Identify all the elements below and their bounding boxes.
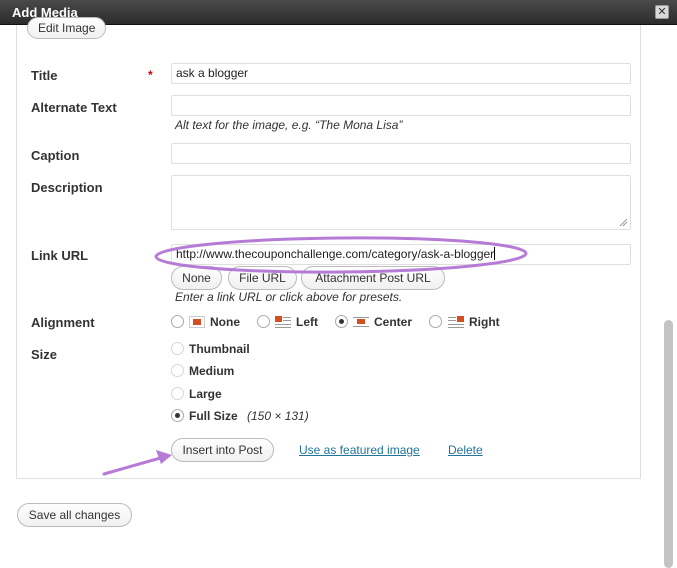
alt-text-help: Alt text for the image, e.g. “The Mona L… — [175, 118, 403, 132]
link-none-label: None — [182, 271, 211, 285]
caption-label: Caption — [31, 148, 80, 163]
size-medium-radio[interactable] — [171, 364, 184, 377]
align-center-label[interactable]: Center — [374, 315, 412, 329]
save-all-changes-button[interactable]: Save all changes — [17, 503, 132, 527]
use-as-featured-image-link[interactable]: Use as featured image — [299, 443, 420, 457]
description-label: Description — [31, 180, 103, 195]
alignment-label: Alignment — [31, 315, 95, 330]
size-medium-label[interactable]: Medium — [189, 364, 234, 378]
scrollbar-thumb[interactable] — [664, 320, 673, 568]
align-none-icon — [189, 316, 205, 328]
align-none-radio[interactable] — [171, 315, 184, 328]
text-cursor — [494, 247, 496, 260]
title-label: Title — [31, 68, 58, 83]
title-input-value: ask a blogger — [176, 66, 249, 80]
align-left-label[interactable]: Left — [296, 315, 318, 329]
align-right-radio[interactable] — [429, 315, 442, 328]
align-left-radio[interactable] — [257, 315, 270, 328]
description-textarea[interactable] — [171, 175, 631, 230]
alt-text-input[interactable] — [171, 95, 631, 116]
alt-text-label: Alternate Text — [31, 100, 117, 115]
insert-into-post-button[interactable]: Insert into Post — [171, 438, 274, 462]
align-right-icon — [448, 316, 464, 328]
file-url-button[interactable]: File URL — [228, 266, 297, 290]
close-icon: ✕ — [657, 6, 667, 18]
size-large-label[interactable]: Large — [189, 387, 222, 401]
edit-image-button[interactable]: Edit Image — [27, 17, 107, 39]
attachment-post-url-label: Attachment Post URL — [315, 271, 431, 285]
resize-handle-icon[interactable] — [619, 218, 628, 227]
close-button[interactable]: ✕ — [655, 5, 669, 19]
file-url-label: File URL — [239, 271, 286, 285]
title-input[interactable]: ask a blogger — [171, 63, 631, 84]
caption-input[interactable] — [171, 143, 631, 164]
align-center-radio[interactable] — [335, 315, 348, 328]
edit-image-label: Edit Image — [38, 21, 96, 35]
size-full-label[interactable]: Full Size — [189, 409, 238, 423]
align-none-label[interactable]: None — [210, 315, 240, 329]
link-url-value: http://www.thecouponchallenge.com/catego… — [176, 247, 495, 261]
size-thumbnail-label[interactable]: Thumbnail — [189, 342, 250, 356]
save-all-changes-label: Save all changes — [28, 508, 121, 522]
align-right-label[interactable]: Right — [469, 315, 500, 329]
insert-into-post-label: Insert into Post — [182, 443, 263, 457]
link-none-button[interactable]: None — [171, 266, 222, 290]
size-thumbnail-radio[interactable] — [171, 342, 184, 355]
full-size-dimensions: (150 × 131) — [247, 409, 309, 423]
align-center-icon — [353, 317, 369, 327]
size-full-radio[interactable] — [171, 409, 184, 422]
size-label: Size — [31, 347, 58, 362]
align-left-icon — [275, 316, 291, 328]
delete-link[interactable]: Delete — [448, 443, 483, 457]
link-url-input[interactable]: http://www.thecouponchallenge.com/catego… — [171, 244, 631, 265]
link-url-label: Link URL — [31, 248, 89, 263]
size-large-radio[interactable] — [171, 387, 184, 400]
link-url-help: Enter a link URL or click above for pres… — [175, 290, 403, 304]
required-marker: * — [148, 68, 153, 82]
attachment-post-url-button[interactable]: Attachment Post URL — [301, 266, 445, 290]
